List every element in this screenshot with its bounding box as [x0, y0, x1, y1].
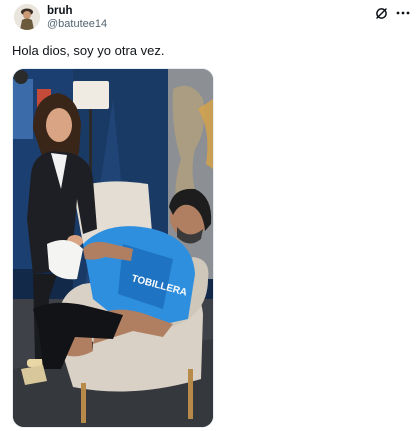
more-icon[interactable]	[396, 6, 410, 20]
author-display-name[interactable]: bruh	[47, 5, 107, 18]
grok-icon[interactable]	[374, 6, 388, 20]
avatar-figure-icon	[14, 4, 40, 30]
author-handle[interactable]: @batutee14	[47, 18, 107, 31]
tweet-media-photo[interactable]: TOBILLERA	[12, 68, 214, 428]
header-actions	[374, 6, 410, 20]
author-avatar[interactable]	[14, 4, 40, 30]
tweet-header: bruh @batutee14	[14, 4, 410, 34]
author-names: bruh @batutee14	[47, 5, 107, 31]
tweet-text: Hola dios, soy yo otra vez.	[12, 43, 165, 58]
photo-illustration: TOBILLERA	[13, 69, 213, 427]
